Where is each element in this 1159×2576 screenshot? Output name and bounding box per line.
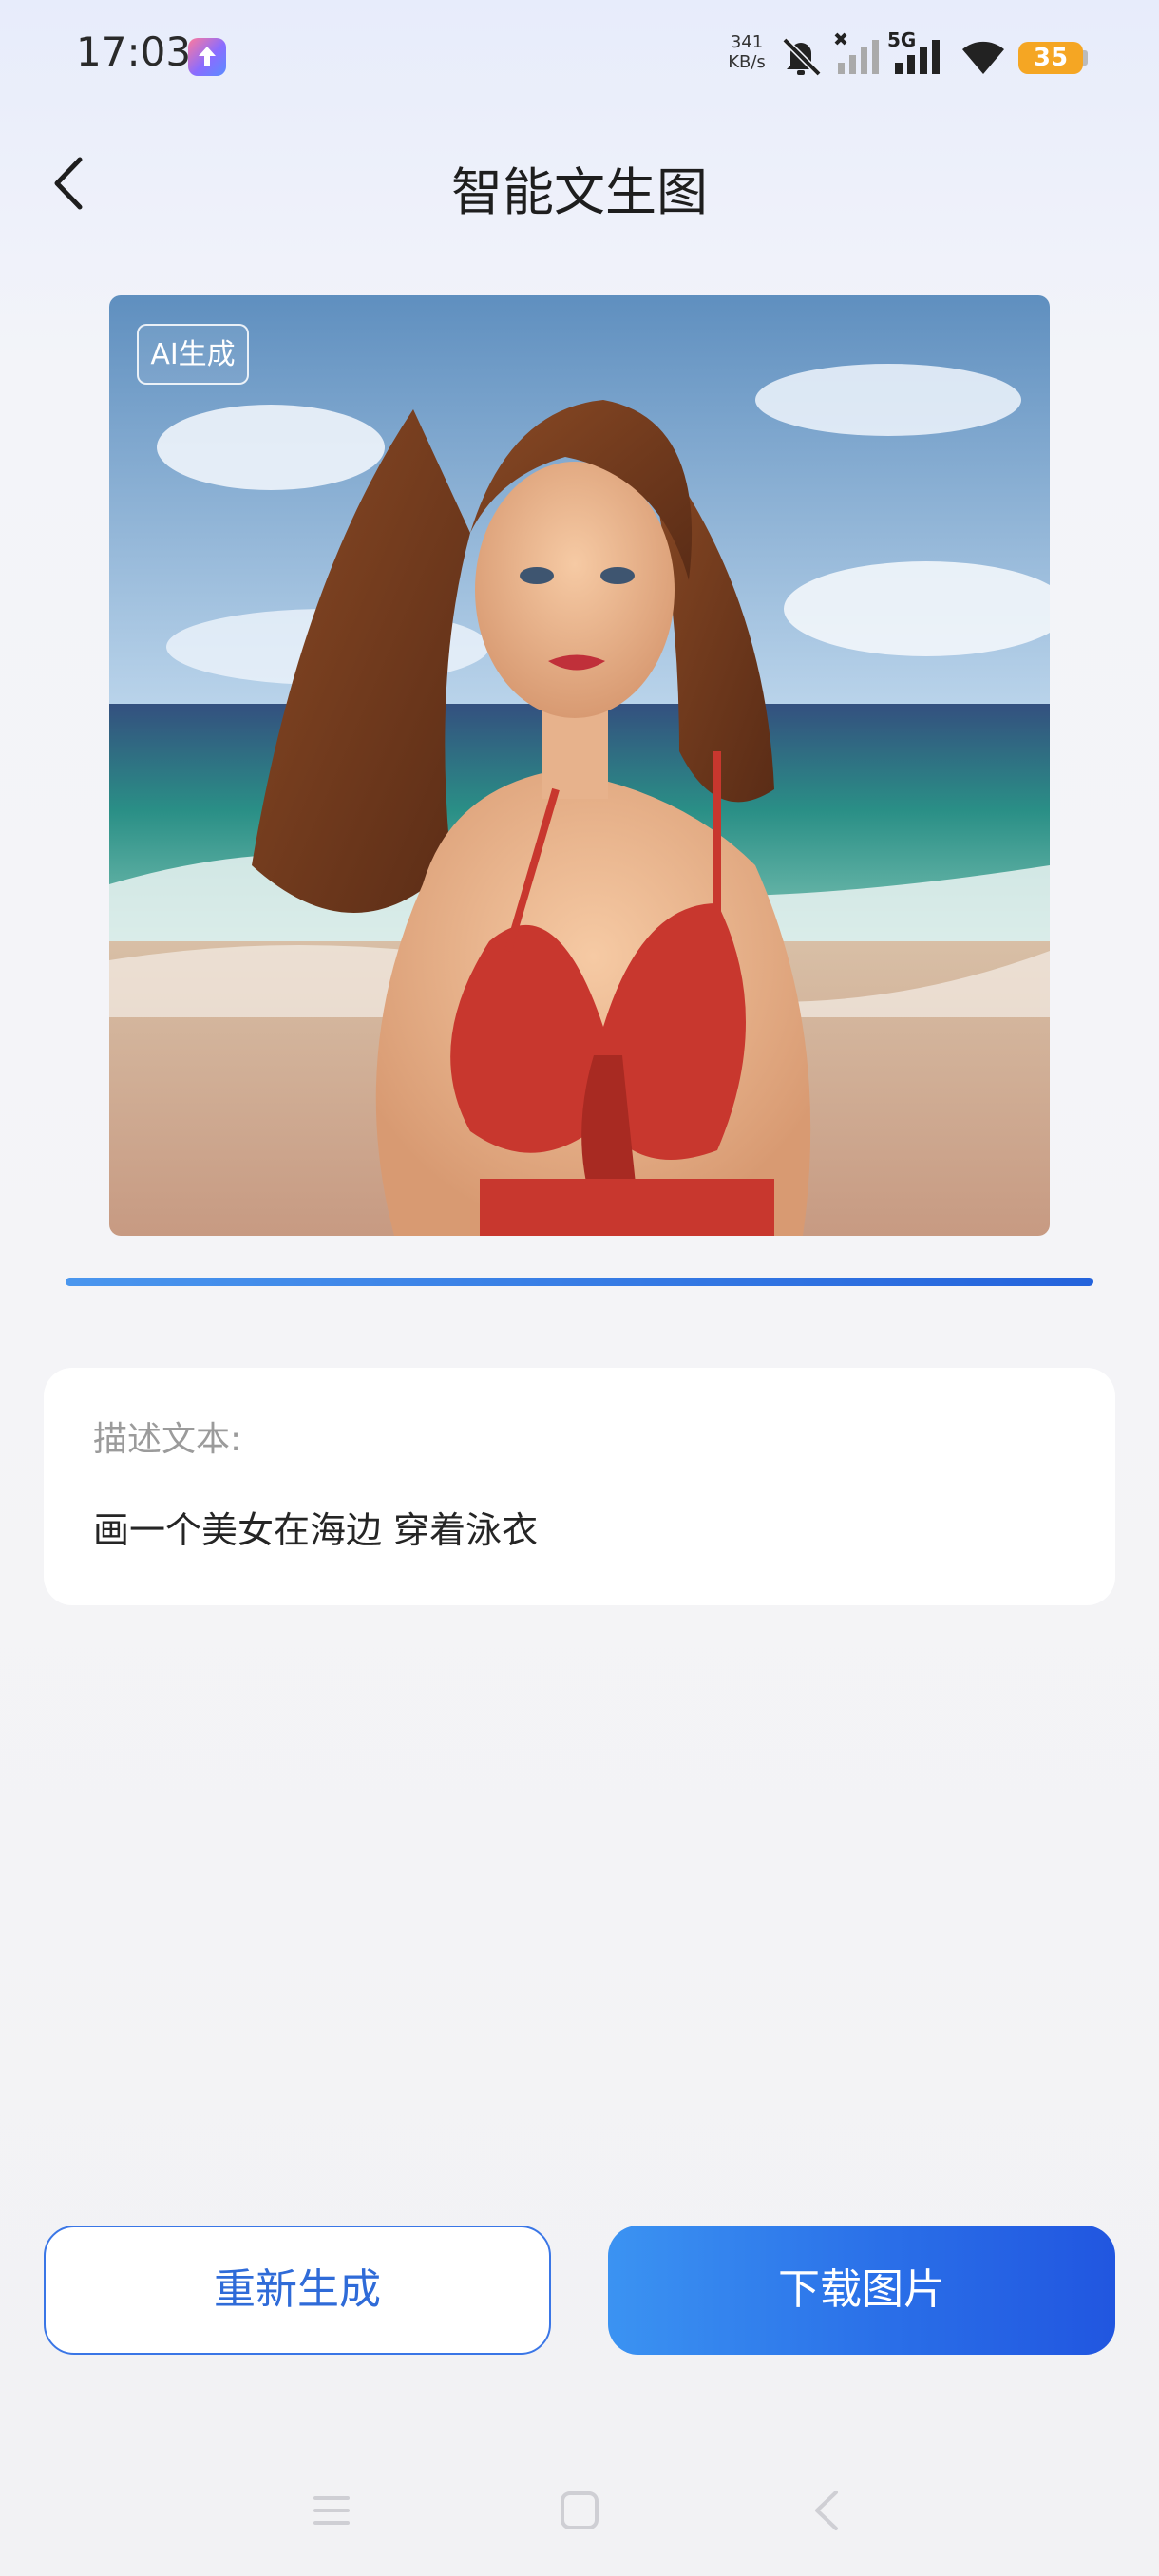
system-nav-bar <box>0 2470 1159 2555</box>
status-bar: 17:03 341 KB/s 5G 35 <box>0 0 1159 114</box>
battery-icon: 35 <box>1018 42 1083 74</box>
back-icon[interactable] <box>806 2489 849 2532</box>
generated-image[interactable] <box>109 295 1050 1236</box>
generated-image-illustration <box>109 295 1050 1236</box>
description-text: 画一个美女在海边 穿着泳衣 <box>93 1509 539 1551</box>
progress-fill <box>66 1278 1093 1286</box>
network-type-label: 5G <box>887 28 917 51</box>
progress-bar <box>66 1278 1093 1286</box>
status-time: 17:03 <box>76 28 192 75</box>
menu-icon[interactable] <box>310 2489 353 2532</box>
description-card: 描述文本: 画一个美女在海边 穿着泳衣 <box>44 1368 1115 1605</box>
download-button[interactable]: 下载图片 <box>608 2226 1115 2355</box>
network-speed-unit: KB/s <box>728 52 766 72</box>
signal-no-sim-icon <box>834 32 879 74</box>
ai-generated-badge: AI生成 <box>137 324 249 385</box>
mute-icon <box>782 37 822 77</box>
regenerate-button[interactable]: 重新生成 <box>44 2226 551 2355</box>
description-label: 描述文本: <box>93 1420 242 1459</box>
page-title: 智能文生图 <box>451 162 708 222</box>
battery-tip <box>1083 50 1088 66</box>
network-speed-value: 341 <box>730 32 764 52</box>
wifi-icon <box>962 41 1004 74</box>
battery-level: 35 <box>1033 44 1069 72</box>
network-speed: 341 KB/s <box>720 32 773 72</box>
home-icon[interactable] <box>558 2489 601 2532</box>
app-notification-icon <box>188 38 226 76</box>
